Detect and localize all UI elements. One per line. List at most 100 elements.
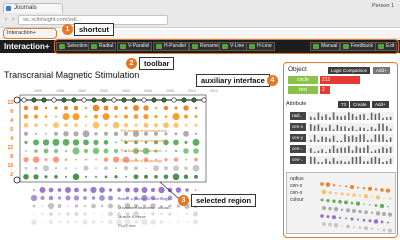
preview-bubble	[325, 182, 331, 187]
attribute-histogram-bar	[374, 128, 377, 131]
shortcut-link[interactable]: Interaction+	[7, 30, 36, 36]
attribute-histogram-bar	[355, 116, 358, 121]
circle-object-button[interactable]: circle	[288, 76, 318, 84]
data-bubble	[193, 219, 198, 225]
data-bubble	[57, 196, 62, 200]
attribute-count: 73	[338, 101, 350, 108]
attribute-histogram-bar	[359, 114, 361, 121]
data-bubble	[64, 158, 68, 161]
data-bubble	[62, 139, 70, 146]
preview-bubble	[326, 215, 330, 219]
data-bubble	[168, 212, 172, 216]
data-bubble	[114, 115, 118, 118]
data-bubble	[186, 221, 188, 223]
data-bubble	[75, 220, 78, 224]
data-bubble	[75, 158, 77, 161]
timeline-node	[171, 97, 177, 103]
create-button[interactable]: Create	[350, 101, 370, 108]
attribute-histogram-bar	[321, 149, 323, 153]
preview-bubble	[357, 186, 359, 189]
text-object-button[interactable]: text	[288, 86, 318, 94]
data-bubble	[84, 124, 88, 127]
data-bubble	[65, 187, 71, 193]
attribute-row[interactable]: cen-x	[290, 123, 306, 131]
attribute-histogram-bar	[374, 134, 377, 142]
data-bubble	[31, 219, 37, 225]
preview-bubble	[333, 207, 339, 212]
data-bubble	[24, 140, 28, 144]
data-bubble	[123, 166, 129, 171]
attribute-histogram-bar	[374, 150, 377, 153]
data-bubble	[94, 167, 98, 170]
attribute-histogram-bar	[329, 124, 331, 132]
data-bubble	[34, 149, 38, 153]
data-bubble	[103, 148, 109, 154]
attribute-histogram-bar	[351, 126, 354, 132]
preview-bubble	[332, 184, 336, 187]
preview-bubble	[358, 226, 362, 229]
data-bubble	[42, 139, 50, 146]
data-bubble	[103, 131, 109, 136]
data-bubble	[47, 202, 55, 210]
page-icon	[6, 6, 11, 11]
browser-tab[interactable]: Journals	[3, 3, 63, 13]
object-label: Object	[288, 66, 307, 73]
timeline-node	[111, 97, 117, 103]
data-bubble	[115, 141, 117, 144]
data-bubble	[52, 156, 60, 163]
data-bubble	[55, 115, 57, 118]
attribute-histogram-bar	[386, 139, 388, 142]
preview-bubble	[383, 197, 385, 199]
timeline-visualization[interactable]: 1996 1998 2000 2002 2004 2006 2008 2010 2012 13 9 4…	[0, 84, 282, 238]
attribute-histogram-bar	[389, 116, 392, 121]
attribute-histogram-bar	[378, 148, 380, 154]
data-bubble	[103, 157, 109, 162]
data-bubble	[177, 213, 180, 215]
data-bubble	[57, 204, 62, 208]
forward-icon[interactable]: ›	[9, 16, 17, 24]
attribute-histogram-bar	[329, 149, 331, 154]
attribute-row[interactable]: cen-..	[290, 156, 306, 164]
object-add-button[interactable]: Add+	[373, 67, 390, 74]
data-bubble	[91, 196, 96, 200]
data-bubble	[33, 213, 35, 215]
data-bubble	[164, 115, 168, 118]
preview-bubble	[341, 225, 343, 227]
attribute-histogram-bar	[340, 147, 342, 153]
data-bubble	[154, 115, 158, 119]
row-count-label: 12	[7, 145, 13, 151]
row-count-label: 5	[10, 127, 13, 133]
attribute-row[interactable]: cen-..	[290, 145, 306, 153]
attribute-histogram-bar	[313, 117, 316, 120]
attribute-histogram-bar	[363, 147, 365, 154]
data-bubble	[64, 149, 68, 153]
attribute-plot-bg	[308, 156, 394, 164]
timeline-node	[141, 97, 147, 103]
attribute-add-button[interactable]: Add+	[372, 101, 389, 108]
data-bubble	[93, 139, 99, 145]
attribute-row[interactable]: radi..	[290, 112, 306, 120]
attribute-histogram-bar	[382, 123, 384, 131]
user-name[interactable]: Person 1	[372, 3, 394, 9]
attribute-histogram-bar	[351, 150, 354, 154]
data-bubble	[34, 123, 38, 127]
attribute-histogram-bar	[325, 151, 327, 153]
timeline-node	[191, 97, 197, 103]
data-bubble	[44, 158, 48, 162]
timeline-node	[61, 97, 67, 103]
attribute-histogram-bar	[348, 112, 350, 120]
data-bubble	[90, 186, 97, 194]
attribute-histogram-bar	[332, 112, 335, 121]
data-bubble	[34, 132, 38, 135]
attribute-histogram-bar	[374, 156, 377, 164]
data-bubble	[167, 187, 173, 193]
preview-bubble	[380, 188, 384, 192]
data-bubble	[194, 123, 198, 127]
attribute-histogram-bar	[332, 157, 335, 164]
attribute-row[interactable]: cen-y	[290, 134, 306, 142]
data-bubble	[183, 130, 189, 137]
timeline-node	[161, 97, 167, 103]
logic-comparison-button[interactable]: Logic Comparison	[328, 67, 371, 74]
data-bubble	[74, 123, 78, 127]
attribute-histogram-bar	[321, 162, 323, 164]
